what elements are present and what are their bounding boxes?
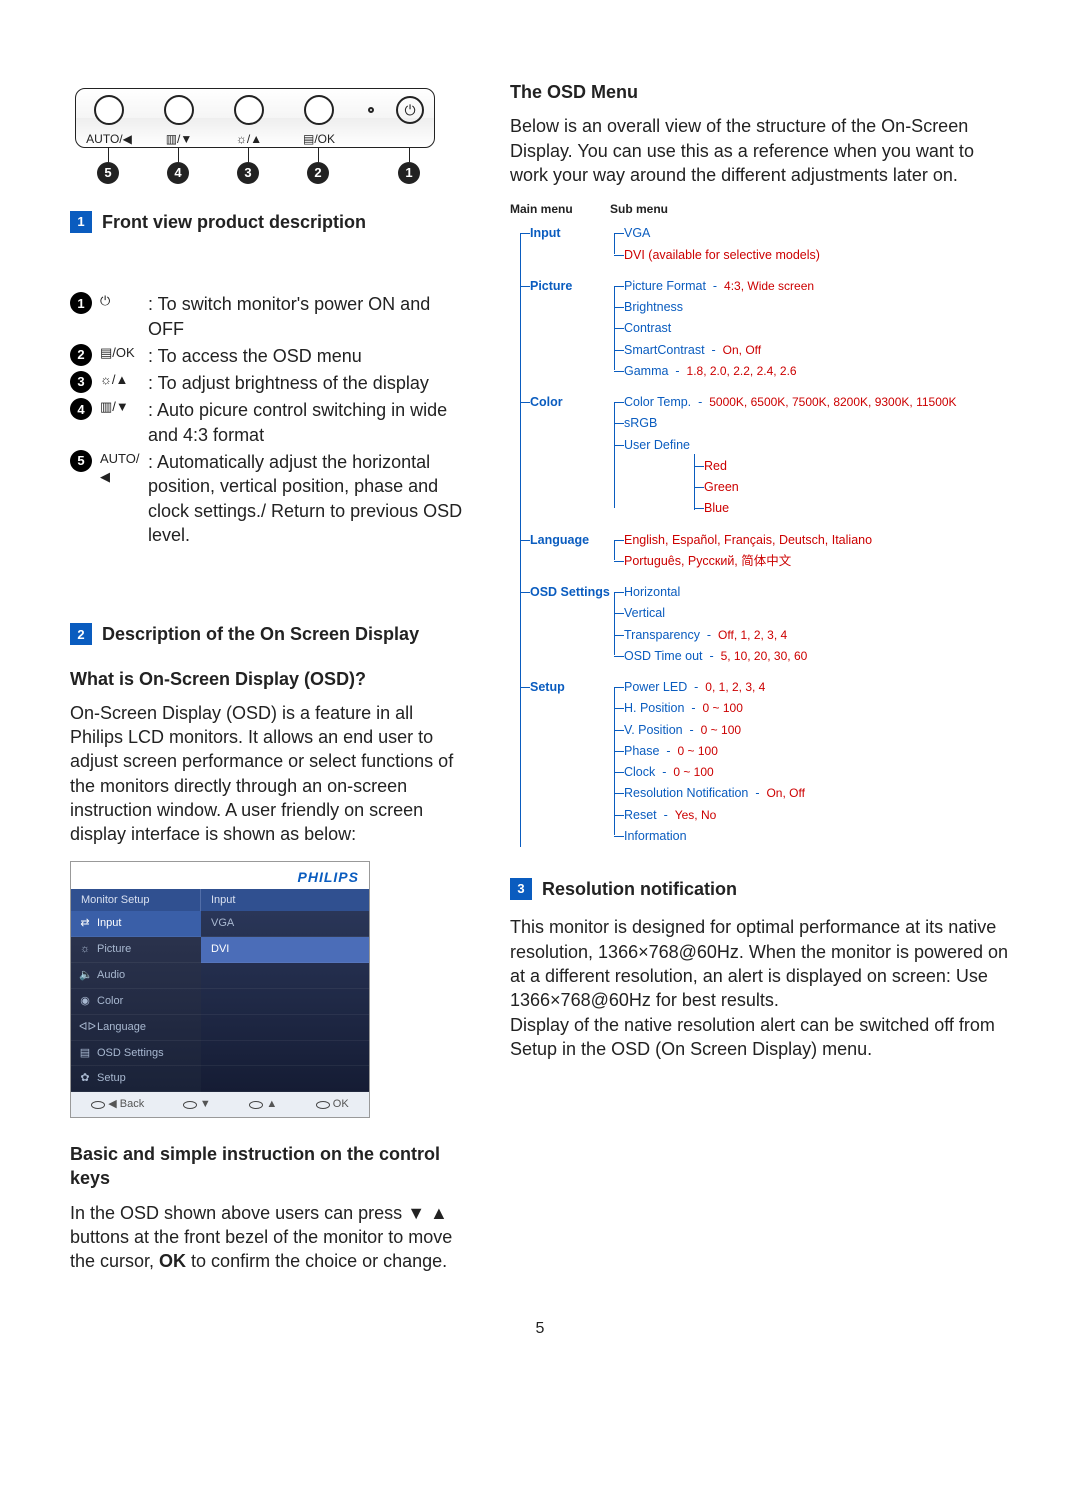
osd-intro-paragraph: On-Screen Display (OSD) is a feature in … bbox=[70, 701, 470, 847]
tree-sub-item: Power LED - 0, 1, 2, 3, 4 bbox=[624, 677, 1010, 698]
section-3-heading: 3 Resolution notification bbox=[510, 877, 1010, 901]
tree-sub-item: Horizontal bbox=[624, 582, 1010, 603]
basic-instruction-paragraph: In the OSD shown above users can press ▼… bbox=[70, 1201, 470, 1274]
tree-sub-group: Power LED - 0, 1, 2, 3, 4H. Position - 0… bbox=[610, 677, 1010, 847]
philips-logo: PHILIPS bbox=[298, 868, 359, 887]
tree-sub-item: Vertical bbox=[624, 603, 1010, 624]
osd-menu-heading: The OSD Menu bbox=[510, 80, 1010, 104]
tree-sub-item: Picture Format - 4:3, Wide screen bbox=[624, 276, 1010, 297]
osd-footer-item: OK bbox=[316, 1097, 349, 1112]
osd-menu-item: ▤OSD Settings bbox=[71, 1041, 201, 1067]
resolution-paragraph: This monitor is designed for optimal per… bbox=[510, 915, 1010, 1061]
tree-sub-item: H. Position - 0 ~ 100 bbox=[624, 698, 1010, 719]
tree-sub-group: VGADVI (available for selective models) bbox=[610, 223, 1010, 266]
button-desc-item: 3☼/▲: To adjust brightness of the displa… bbox=[70, 371, 470, 395]
tree-sub-item: V. Position - 0 ~ 100 bbox=[624, 720, 1010, 741]
tree-sub-item: SmartContrast - On, Off bbox=[624, 340, 1010, 361]
osd-footer-item: ▲ bbox=[249, 1097, 277, 1112]
tree-sub-item: Contrast bbox=[624, 318, 1010, 339]
button-desc-item: 1⏻: To switch monitor's power ON and OFF bbox=[70, 292, 470, 341]
tree-sub-item: English, Español, Français, Deutsch, Ita… bbox=[624, 530, 1010, 551]
section-2-title: Description of the On Screen Display bbox=[102, 622, 419, 646]
tree-sub-group: English, Español, Français, Deutsch, Ita… bbox=[610, 530, 1010, 573]
tree-sub-item: Gamma - 1.8, 2.0, 2.2, 2.4, 2.6 bbox=[624, 361, 1010, 382]
tree-headers: Main menu Sub menu bbox=[510, 201, 1010, 217]
tree-sub-item: Resolution Notification - On, Off bbox=[624, 783, 1010, 804]
section-3-title: Resolution notification bbox=[542, 877, 737, 901]
osd-screenshot: PHILIPS Monitor Setup Input ⇄Input☼Pictu… bbox=[70, 861, 370, 1118]
tree-sub-group: Color Temp. - 5000K, 6500K, 7500K, 8200K… bbox=[610, 392, 1010, 520]
tree-sub-item: Clock - 0 ~ 100 bbox=[624, 762, 1010, 783]
tree-sub-item: sRGB bbox=[624, 413, 1010, 434]
tree-sub-item: Reset - Yes, No bbox=[624, 805, 1010, 826]
osd-menu-item: 🔈Audio bbox=[71, 963, 201, 989]
osd-menu-item: ◉Color bbox=[71, 989, 201, 1015]
osd-footer-item: ◀ Back bbox=[91, 1097, 144, 1112]
section-2-heading: 2 Description of the On Screen Display bbox=[70, 622, 470, 646]
tree-sub-item: Information bbox=[624, 826, 1010, 847]
tree-sub-item: Brightness bbox=[624, 297, 1010, 318]
osd-footer-item: ▼ bbox=[183, 1097, 211, 1112]
page-number: 5 bbox=[70, 1318, 1010, 1340]
tree-nested-item: Blue bbox=[704, 498, 1010, 519]
tree-main-item: Language bbox=[530, 530, 610, 583]
tree-main-item: Picture bbox=[530, 276, 610, 392]
tree-nested-item: Green bbox=[704, 477, 1010, 498]
tree-sub-group: Picture Format - 4:3, Wide screenBrightn… bbox=[610, 276, 1010, 382]
osd-menu-item: ⇄Input bbox=[71, 911, 201, 937]
osd-menu-tree: InputPictureColorLanguageOSD SettingsSet… bbox=[510, 223, 1010, 857]
tree-sub-item: Phase - 0 ~ 100 bbox=[624, 741, 1010, 762]
osd-menu-intro: Below is an overall view of the structur… bbox=[510, 114, 1010, 187]
button-desc-item: 5AUTO/◀: Automatically adjust the horizo… bbox=[70, 450, 470, 547]
power-icon: ⏻ bbox=[396, 96, 424, 124]
diagram-pointers: 5 4 3 2 1 bbox=[75, 148, 435, 188]
front-panel-diagram: AUTO/◀ ▥/▼ ☼/▲ ▤/OK ⏻ bbox=[75, 88, 435, 148]
button-description-list: 1⏻: To switch monitor's power ON and OFF… bbox=[70, 292, 470, 547]
osd-question-heading: What is On-Screen Display (OSD)? bbox=[70, 667, 470, 691]
tree-sub-item: DVI (available for selective models) bbox=[624, 245, 1010, 266]
tree-sub-item: OSD Time out - 5, 10, 20, 30, 60 bbox=[624, 646, 1010, 667]
button-desc-item: 2▤/OK: To access the OSD menu bbox=[70, 344, 470, 368]
button-desc-item: 4▥/▼: Auto picure control switching in w… bbox=[70, 398, 470, 447]
tree-sub-item: VGA bbox=[624, 223, 1010, 244]
tree-main-item: Setup bbox=[530, 677, 610, 857]
osd-menu-item: ☼Picture bbox=[71, 937, 201, 963]
tree-main-item: Color bbox=[530, 392, 610, 530]
tree-main-item: OSD Settings bbox=[530, 582, 610, 677]
osd-sub-item: DVI bbox=[201, 937, 369, 963]
tree-sub-item: Português, Русский, 简体中文 bbox=[624, 551, 1010, 572]
basic-instruction-heading: Basic and simple instruction on the cont… bbox=[70, 1142, 470, 1191]
tree-sub-item: User Define bbox=[624, 435, 1010, 456]
section-1-heading: 1 Front view product description bbox=[70, 210, 470, 234]
tree-main-item: Input bbox=[530, 223, 610, 276]
osd-menu-item: ✿Setup bbox=[71, 1066, 201, 1092]
osd-sub-item: VGA bbox=[201, 911, 369, 937]
osd-menu-item: ᐊᐅLanguage bbox=[71, 1015, 201, 1041]
section-1-title: Front view product description bbox=[102, 210, 366, 234]
tree-sub-item: Transparency - Off, 1, 2, 3, 4 bbox=[624, 625, 1010, 646]
tree-sub-group: HorizontalVerticalTransparency - Off, 1,… bbox=[610, 582, 1010, 667]
tree-sub-item: Color Temp. - 5000K, 6500K, 7500K, 8200K… bbox=[624, 392, 1010, 413]
tree-nested-item: Red bbox=[704, 456, 1010, 477]
